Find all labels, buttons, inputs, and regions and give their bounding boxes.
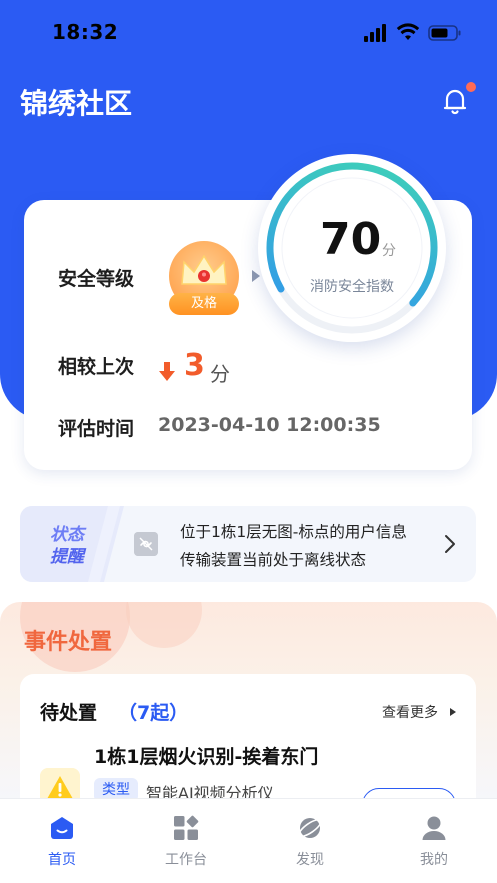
tab-label: 首页 <box>48 852 76 868</box>
notice-text-line1: 位于1栋1层无图-标点的用户信息 <box>180 523 407 541</box>
notice-badge-line2: 提醒 <box>50 547 84 567</box>
compare-label: 相较上次 <box>58 356 135 378</box>
tab-home[interactable]: 首页 <box>0 799 124 883</box>
pending-count: （7起） <box>118 702 189 724</box>
notice-text-line2: 传输装置当前处于离线状态 <box>180 551 367 569</box>
tab-label: 我的 <box>420 852 448 868</box>
eval-time-label: 评估时间 <box>58 418 135 440</box>
workbench-grid-icon <box>174 815 199 840</box>
see-more-link[interactable]: 查看更多 <box>382 702 438 722</box>
status-time: 18:32 <box>52 20 119 44</box>
score-label: 消防安全指数 <box>310 279 394 295</box>
safety-score: 70 <box>320 214 382 265</box>
wifi-icon <box>396 23 420 40</box>
eval-time-value: 2023-04-10 12:00:35 <box>158 414 381 436</box>
safety-score-gauge: 70 分 消防安全指数 <box>258 154 446 342</box>
tab-mine[interactable]: 我的 <box>372 799 496 883</box>
pending-events-card: 待处置 （7起） 查看更多 1栋1层烟火识别-挨着东门 类型 智能AI视频分析仪 <box>20 674 476 802</box>
user-profile-icon <box>422 816 446 840</box>
home-icon <box>51 817 73 839</box>
tab-workbench[interactable]: 工作台 <box>124 799 248 883</box>
status-bar: 18:32 <box>0 0 497 66</box>
warning-icon <box>40 768 80 802</box>
compare-unit: 分 <box>210 362 230 386</box>
decor-circle <box>126 602 202 648</box>
pending-label: 待处置 <box>40 702 98 724</box>
tab-label: 发现 <box>296 852 324 868</box>
event-section-title: 事件处置 <box>24 630 113 655</box>
tab-label: 工作台 <box>165 852 207 868</box>
event-name[interactable]: 1栋1层烟火识别-挨着东门 <box>94 742 318 769</box>
safety-level-label: 安全等级 <box>58 268 135 290</box>
caret-right-icon <box>450 708 456 716</box>
tab-discover[interactable]: 发现 <box>248 799 372 883</box>
event-section: 事件处置 待处置 （7起） 查看更多 1栋1层烟火识别-挨着东门 类型 智能AI… <box>0 602 497 802</box>
page-title: 锦绣社区 <box>20 87 133 120</box>
notification-dot <box>466 82 476 92</box>
notice-badge: 状态 提醒 <box>20 506 124 582</box>
status-notice[interactable]: 状态 提醒 位于1栋1层无图-标点的用户信息 传输装置当前处于离线状态 <box>20 506 476 582</box>
compare-value: 3 <box>184 348 205 383</box>
score-unit: 分 <box>382 243 396 259</box>
bottom-tab-bar: 首页 工作台 发现 我的 <box>0 798 497 883</box>
chevron-right-icon <box>445 535 455 553</box>
cellular-signal-icon <box>364 24 390 42</box>
link-broken-icon <box>134 532 158 556</box>
battery-icon <box>428 25 461 41</box>
planet-icon <box>298 818 322 838</box>
arrow-down-icon <box>159 362 175 381</box>
safety-level-badge: 及格 <box>169 293 239 315</box>
